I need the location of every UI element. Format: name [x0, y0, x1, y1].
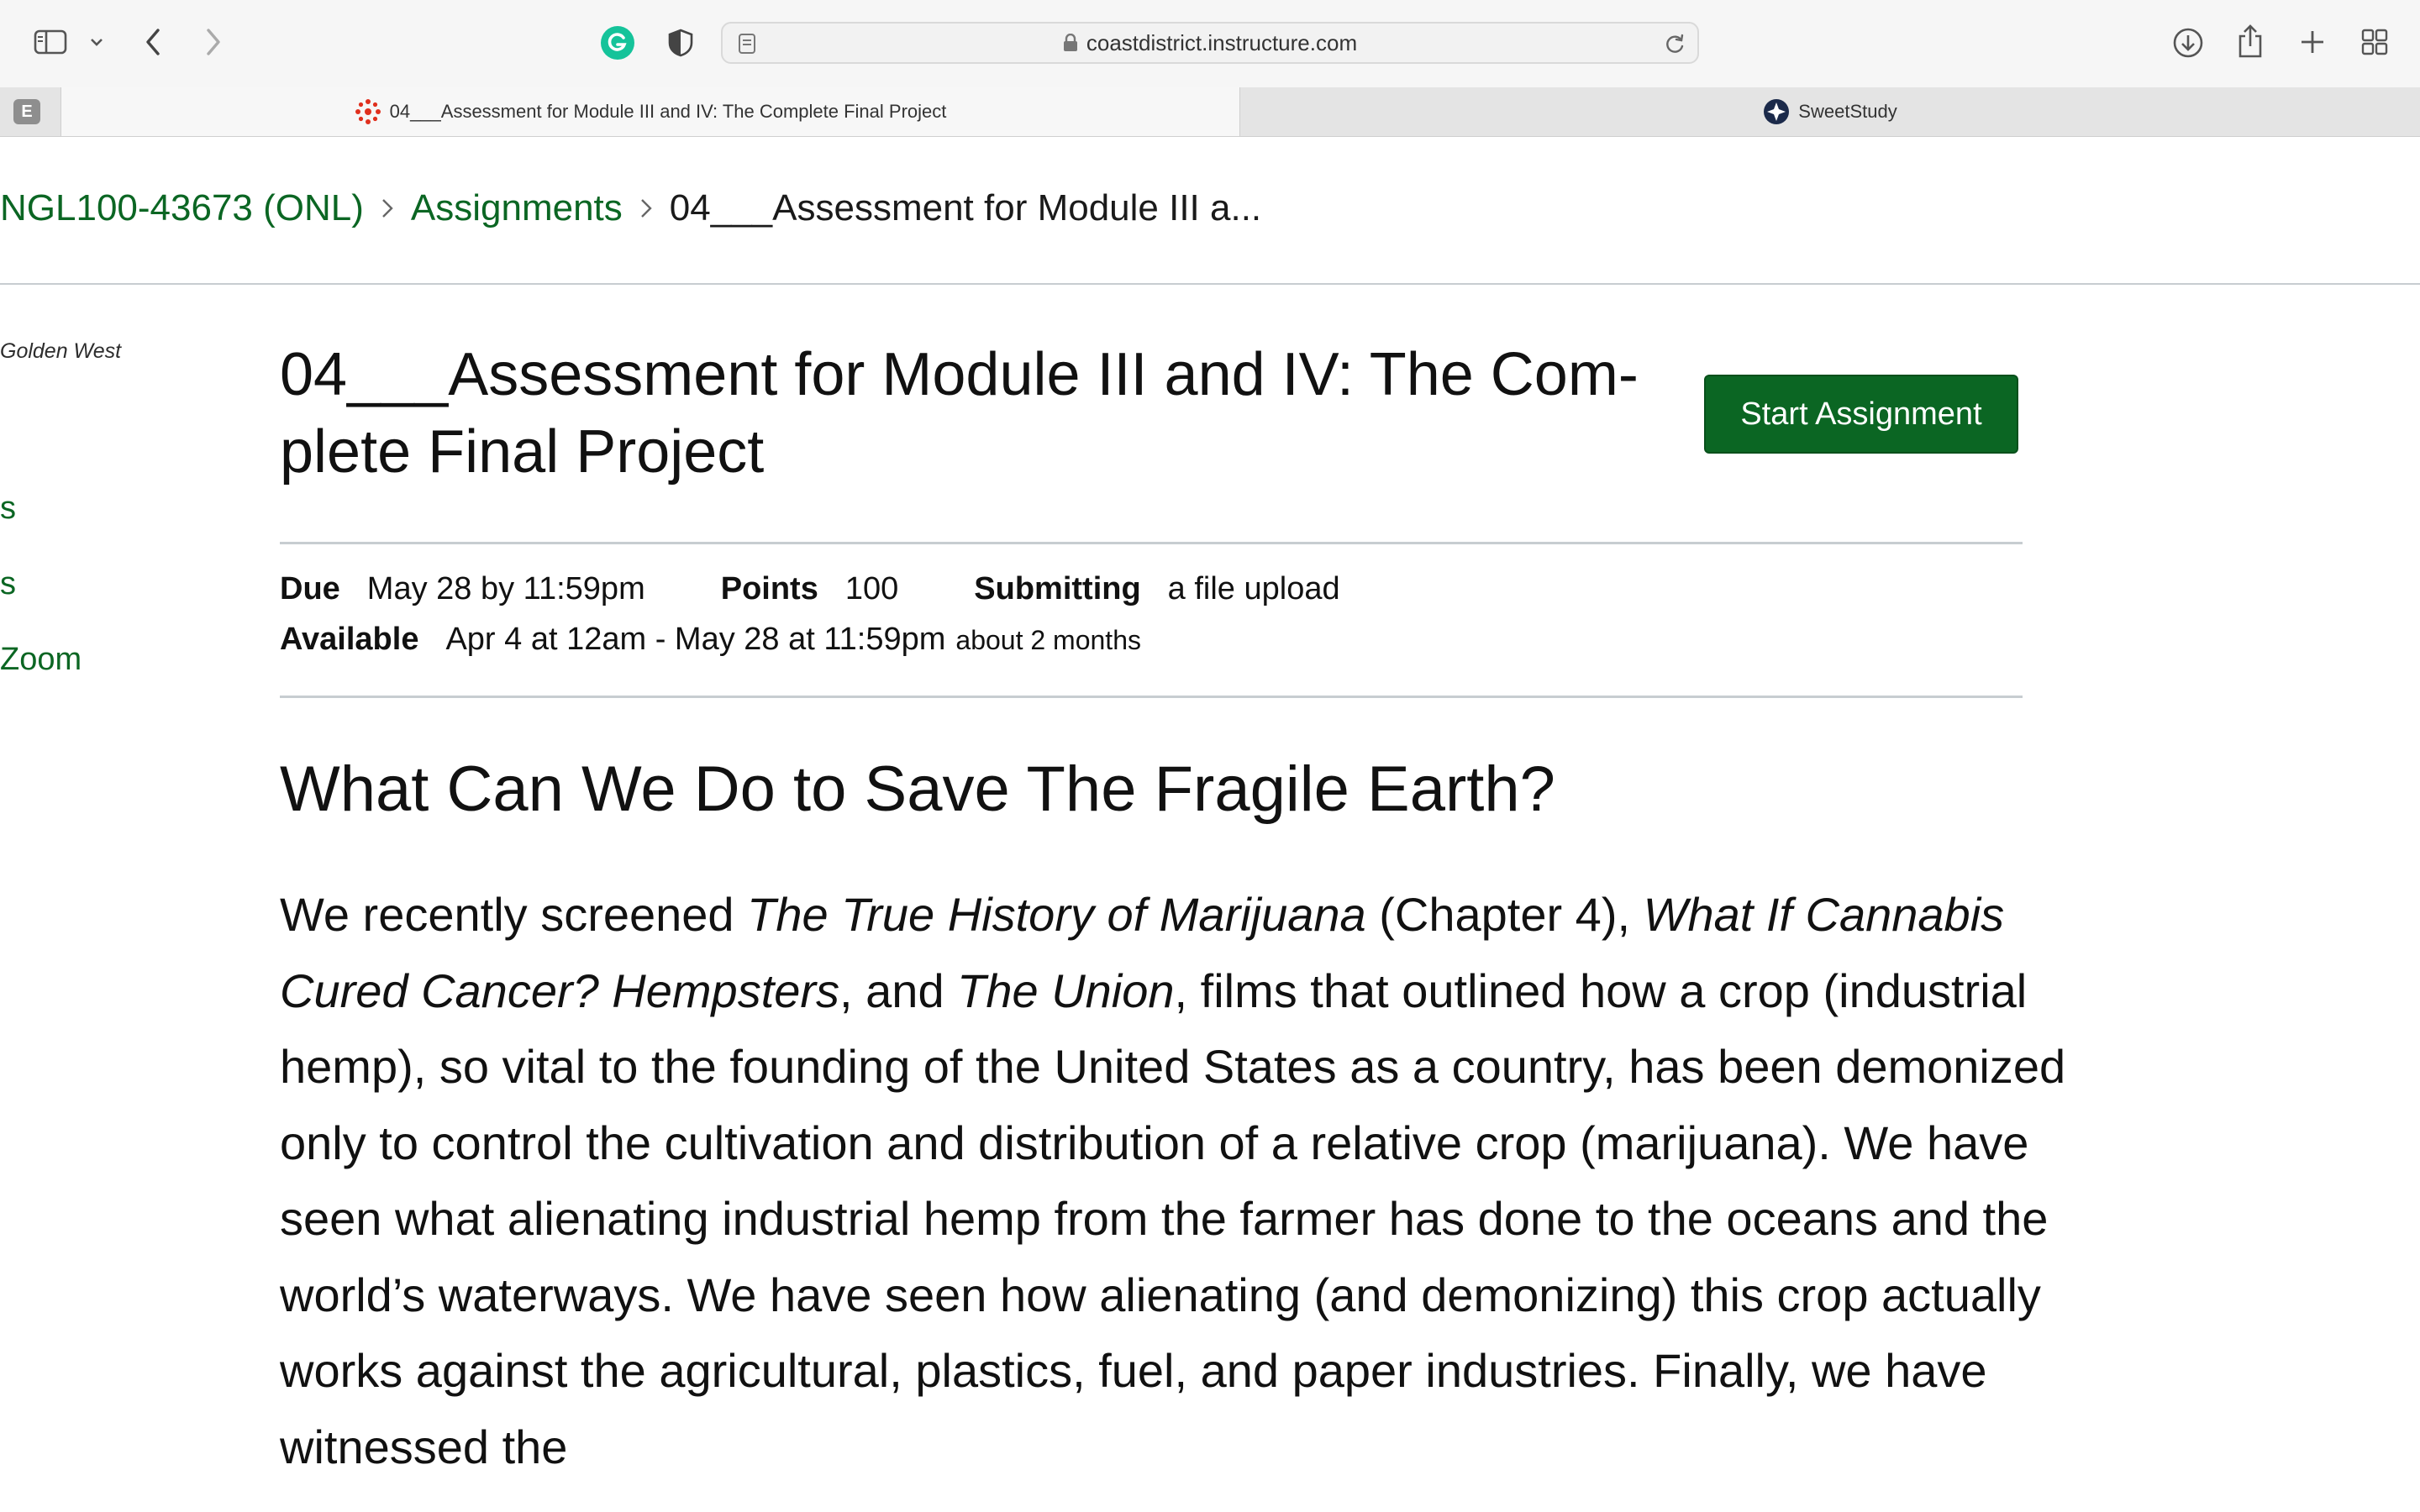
assignment-meta-row-1: Due May 28 by 11:59pm Points 100 Submitt… [280, 571, 1340, 607]
header-divider [0, 283, 2420, 285]
points-value: 100 [844, 571, 899, 606]
course-nav-item-zoom[interactable]: Zoom [0, 642, 82, 678]
breadcrumb-current: 04___Assessment for Module III a... [669, 187, 1262, 228]
address-bar[interactable]: coastdistrict.instructure.com [721, 22, 1699, 64]
assignment-title: 04___Assessment for Module III and IV: T… [280, 336, 1641, 491]
course-nav-item[interactable]: s [0, 491, 16, 527]
chevron-down-icon[interactable] [87, 32, 106, 52]
browser-toolbar: coastdistrict.instructure.com [0, 0, 2420, 88]
grammarly-icon[interactable] [600, 25, 635, 60]
sidebar-toggle-icon[interactable] [34, 27, 67, 57]
tab-assessment[interactable]: 04___Assessment for Module III and IV: T… [60, 87, 1240, 136]
paragraph-text: We recently screened [280, 888, 748, 941]
tab-bar: E 04___Assessment for Module III and IV:… [0, 87, 2420, 137]
tab-overview-icon[interactable] [2358, 25, 2391, 59]
due-value: May 28 by 11:59pm [366, 571, 645, 606]
paragraph-text: , and [839, 963, 958, 1017]
due-label: Due [280, 571, 340, 606]
lock-icon [1063, 34, 1078, 52]
sweetstudy-logo-icon [1763, 98, 1790, 125]
privacy-shield-icon[interactable] [666, 27, 696, 59]
share-icon[interactable] [2233, 22, 2267, 60]
paragraph-text: , films that outlined how a crop (indust… [280, 963, 2066, 1473]
film-title-the-union: The Union [957, 963, 1175, 1017]
film-title-true-history: The True History of Marijuana [747, 888, 1366, 941]
submitting-label: Submitting [974, 571, 1141, 606]
assignment-title-line1: 04___Assessment for Module III and IV: T… [280, 341, 1639, 408]
tab-label: SweetStudy [1798, 101, 1897, 122]
content-paragraph: We recently screened The True History of… [280, 877, 2128, 1485]
forward-icon[interactable] [197, 25, 230, 59]
tab-group-badge[interactable]: E [13, 99, 40, 124]
content-heading: What Can We Do to Save The Fragile Earth… [280, 753, 1555, 825]
tab-sweetstudy[interactable]: SweetStudy [1240, 87, 2420, 136]
breadcrumb-assignments-link[interactable]: Assignments [411, 187, 623, 229]
points-label: Points [720, 571, 818, 606]
details-top-divider [280, 542, 2023, 544]
url-text: coastdistrict.instructure.com [1086, 29, 1358, 55]
tab-label: 04___Assessment for Module III and IV: T… [389, 101, 947, 122]
chevron-right-icon [381, 197, 394, 219]
course-org-label: Golden West [0, 339, 122, 363]
details-bottom-divider [280, 696, 2023, 698]
assignment-title-line2: plete Final Project [280, 418, 765, 486]
new-tab-icon[interactable] [2296, 25, 2329, 59]
breadcrumb: NGL100-43673 (ONL) Assignments 04___Asse… [0, 183, 1261, 234]
canvas-logo-icon [355, 98, 381, 125]
course-nav-item[interactable]: s [0, 566, 16, 602]
paragraph-text: (Chapter 4), [1365, 888, 1644, 941]
available-duration: about 2 months [955, 625, 1141, 655]
start-assignment-button[interactable]: Start Assignment [1704, 375, 2018, 454]
downloads-icon[interactable] [2171, 25, 2205, 60]
available-value: Apr 4 at 12am - May 28 at 11:59pm [445, 622, 946, 657]
available-label: Available [280, 622, 419, 657]
url-display[interactable]: coastdistrict.instructure.com [723, 24, 1697, 62]
reload-icon[interactable] [1662, 32, 1687, 57]
chevron-right-icon [639, 197, 653, 219]
submitting-value: a file upload [1167, 571, 1340, 606]
assignment-meta-row-2: Available Apr 4 at 12am - May 28 at 11:5… [280, 622, 1141, 658]
back-icon[interactable] [136, 25, 170, 59]
breadcrumb-course-link[interactable]: NGL100-43673 (ONL) [0, 187, 364, 229]
